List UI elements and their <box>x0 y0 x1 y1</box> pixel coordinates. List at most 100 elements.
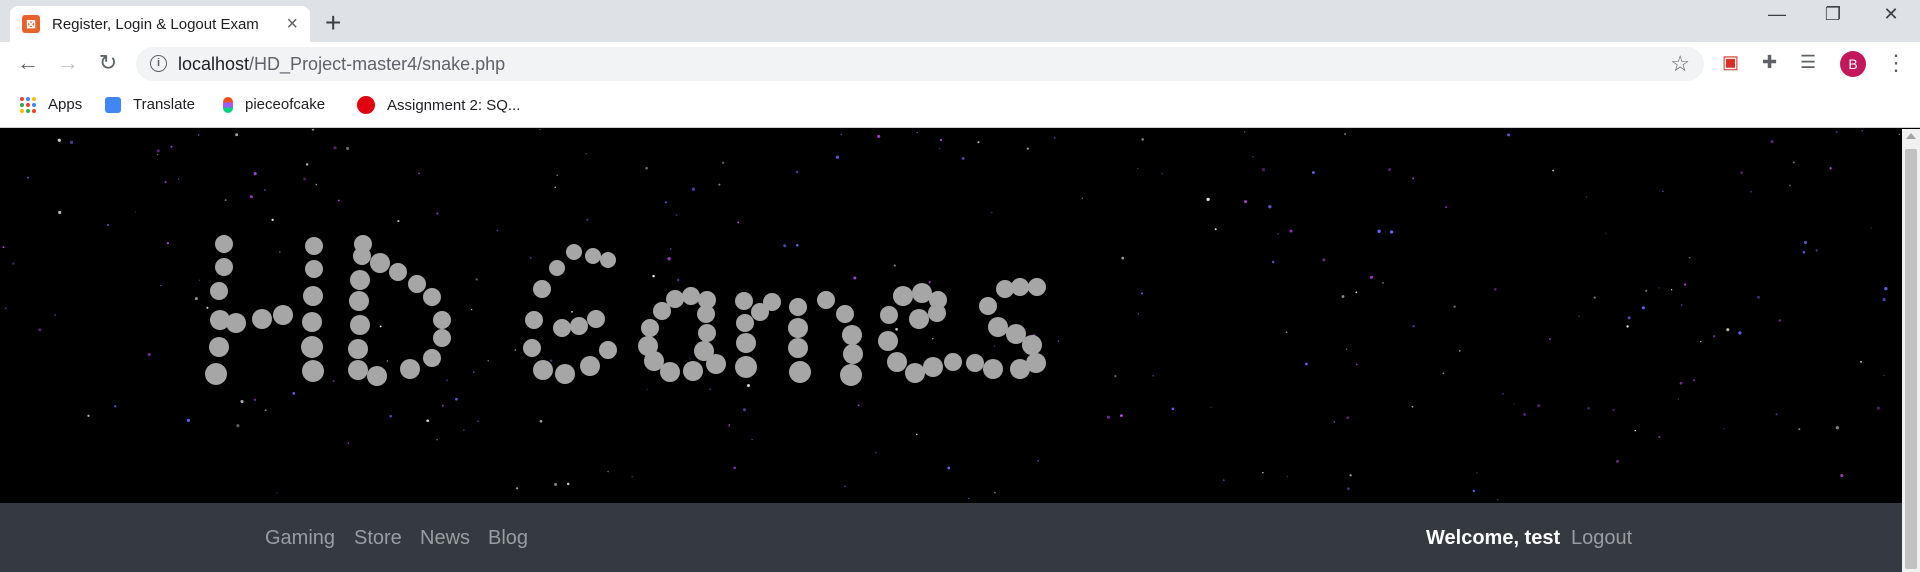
star <box>932 337 934 340</box>
star <box>1884 287 1888 291</box>
star <box>1798 428 1801 431</box>
star <box>665 201 667 204</box>
title-dot <box>587 310 605 328</box>
close-window-icon[interactable]: ✕ <box>1871 4 1911 25</box>
star <box>1750 190 1752 193</box>
star <box>240 399 244 404</box>
star <box>566 482 570 486</box>
nav-link-blog[interactable]: Blog <box>488 527 528 550</box>
star <box>1552 169 1555 172</box>
new-tab-icon[interactable]: + <box>325 7 341 39</box>
url-text[interactable]: localhost/HD_Project-master4/snake.php <box>178 54 505 75</box>
title-dot <box>205 363 227 385</box>
nav-link-gaming[interactable]: Gaming <box>265 527 335 550</box>
star <box>1626 325 1629 328</box>
star <box>303 177 307 181</box>
reload-icon[interactable]: ↻ <box>94 50 122 76</box>
bookmark-apps[interactable]: Apps <box>20 96 82 113</box>
star <box>961 156 965 160</box>
browser-toolbar: ← → ↻ i localhost/HD_Project-master4/sna… <box>0 42 1920 86</box>
star <box>389 414 393 418</box>
star <box>586 218 589 221</box>
record-icon <box>357 96 375 114</box>
title-dot <box>408 275 426 293</box>
back-icon[interactable]: ← <box>14 50 42 76</box>
star <box>947 466 951 470</box>
restore-icon[interactable]: ❐ <box>1813 4 1853 25</box>
nav-link-news[interactable]: News <box>420 527 470 550</box>
star <box>1171 407 1175 411</box>
star <box>1214 228 1217 231</box>
scroll-thumb[interactable] <box>1905 149 1917 569</box>
forward-icon[interactable]: → <box>54 50 82 76</box>
info-icon[interactable]: i <box>150 55 167 72</box>
star <box>12 262 15 265</box>
bookmark-assignment[interactable]: Assignment 2: SQ... <box>357 96 520 114</box>
star <box>1210 406 1212 409</box>
title-dot <box>789 298 807 316</box>
star <box>1775 413 1778 416</box>
star <box>1377 229 1381 233</box>
profile-avatar[interactable]: B <box>1840 51 1866 77</box>
star <box>1442 372 1445 374</box>
star <box>1382 282 1384 284</box>
star <box>1658 435 1661 439</box>
star <box>877 134 881 138</box>
star <box>938 147 941 150</box>
title-dot <box>585 248 601 264</box>
title-dot <box>215 258 233 276</box>
title-dot <box>905 363 925 383</box>
site-navbar: Gaming Store News Blog Welcome, test Log… <box>0 503 1902 572</box>
media-queue-icon[interactable]: ☰ <box>1800 52 1816 73</box>
star <box>134 211 137 213</box>
star <box>747 384 750 387</box>
bookmark-label: pieceofcake <box>245 96 326 113</box>
title-dot <box>1011 278 1029 296</box>
address-bar[interactable]: i localhost/HD_Project-master4/snake.php… <box>136 47 1704 81</box>
star <box>397 220 400 223</box>
title-dot <box>1022 335 1042 355</box>
star <box>1645 289 1648 292</box>
star <box>114 405 117 408</box>
title-dot <box>367 366 387 386</box>
minimize-icon[interactable]: — <box>1757 4 1797 25</box>
extensions-puzzle-icon[interactable]: ✚ <box>1762 52 1777 73</box>
star <box>1411 405 1414 408</box>
star <box>1355 291 1358 294</box>
star <box>156 149 160 153</box>
bookmark-star-icon[interactable]: ☆ <box>1670 51 1690 77</box>
nav-link-store[interactable]: Store <box>354 527 402 550</box>
star <box>1723 427 1725 430</box>
bookmark-translate[interactable]: Translate <box>105 96 195 113</box>
star <box>516 487 519 490</box>
more-menu-icon[interactable]: ⋮ <box>1885 50 1907 76</box>
browser-tab[interactable]: ⊠ Register, Login & Logout Exam × <box>10 6 310 42</box>
star <box>156 153 159 156</box>
star <box>1389 230 1394 234</box>
star <box>968 497 970 500</box>
star <box>1677 398 1680 400</box>
star <box>1311 171 1315 174</box>
star <box>87 414 90 417</box>
star <box>1476 472 1478 474</box>
star <box>337 199 340 202</box>
dotted-title <box>205 235 1046 386</box>
logout-link[interactable]: Logout <box>1571 527 1632 550</box>
star <box>783 244 787 248</box>
page-scrollbar[interactable] <box>1902 129 1920 572</box>
star <box>1305 362 1308 366</box>
scroll-up-arrow-icon[interactable] <box>1906 133 1916 139</box>
title-dot <box>533 360 553 380</box>
star <box>26 176 29 179</box>
star <box>1152 375 1154 377</box>
star <box>1347 487 1350 490</box>
star <box>178 178 180 180</box>
title-dot <box>1010 359 1030 379</box>
pocket-extension-icon[interactable]: ▣ <box>1722 52 1739 73</box>
close-tab-icon[interactable]: × <box>286 13 298 36</box>
bookmark-pieceofcake[interactable]: pieceofcake <box>223 96 325 113</box>
title-dot <box>641 319 659 337</box>
star <box>1106 415 1111 419</box>
star <box>1593 296 1596 299</box>
star <box>1206 197 1210 202</box>
